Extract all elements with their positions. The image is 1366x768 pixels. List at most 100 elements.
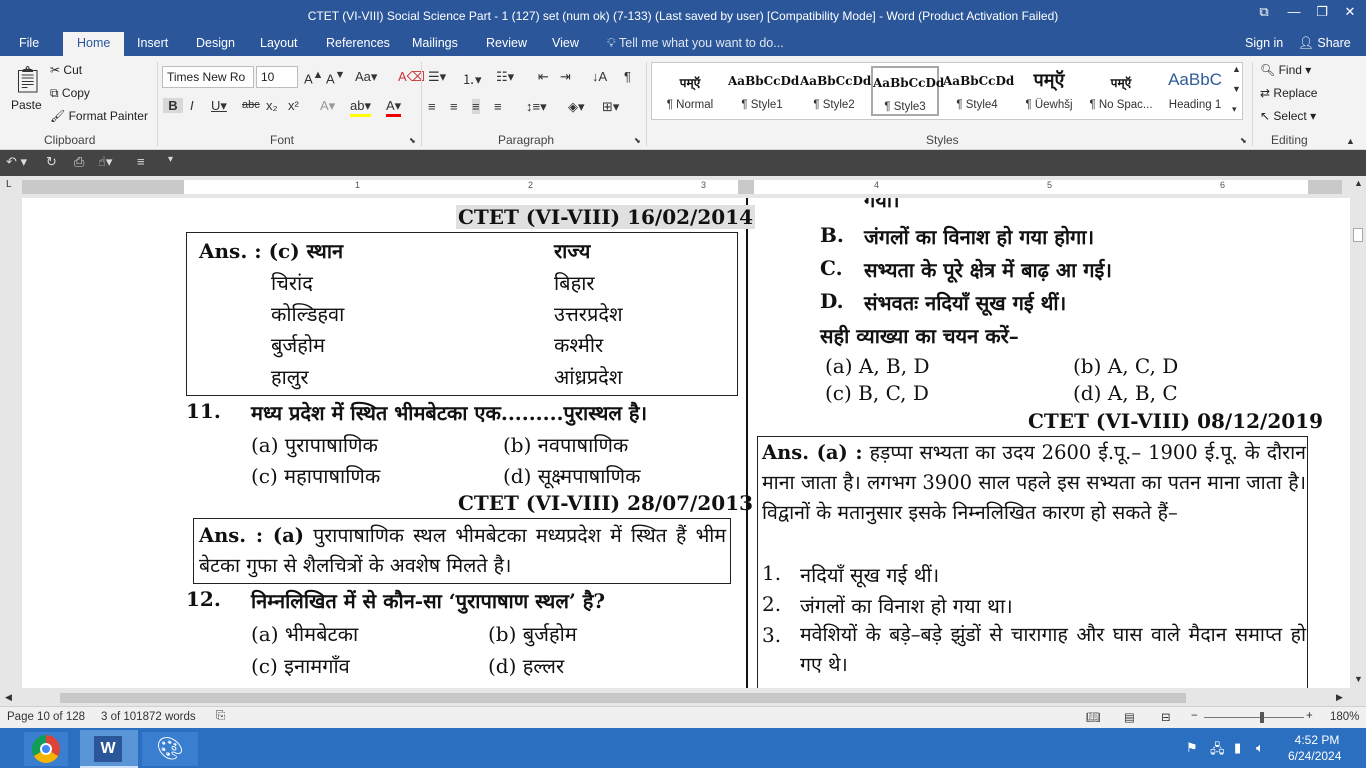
close-button[interactable]: ✕ — [1336, 0, 1364, 32]
vertical-ruler[interactable] — [0, 198, 14, 690]
restore-button[interactable]: ❐ — [1308, 0, 1336, 32]
clock-date[interactable]: 6/24/2024 — [1288, 749, 1341, 763]
bold-icon[interactable]: B — [163, 98, 183, 113]
scroll-up-icon[interactable]: ▲ — [1354, 178, 1363, 188]
vertical-scrollbar[interactable]: ▲ ▼ — [1350, 176, 1366, 690]
tab-home[interactable]: Home — [63, 32, 125, 56]
font-name-select[interactable]: Times New Ro — [162, 66, 254, 88]
zoom-level[interactable]: 180% — [1330, 711, 1359, 723]
style-uewhsj[interactable]: पम्ऍ ¶ Üewhšj — [1015, 66, 1083, 116]
list-icon[interactable]: ≡ — [137, 154, 145, 169]
tab-selector-icon[interactable]: L — [6, 179, 12, 190]
proofing-icon[interactable]: ⎘ — [216, 710, 225, 723]
scroll-thumb[interactable] — [1353, 228, 1363, 242]
read-mode-icon[interactable]: 📖︎ — [1086, 710, 1101, 724]
align-right-icon[interactable]: ≡ — [472, 99, 480, 114]
replace-button[interactable]: ⇄ Replace — [1260, 86, 1317, 100]
align-left-icon[interactable]: ≡ — [428, 99, 436, 114]
zoom-slider-thumb[interactable] — [1260, 712, 1264, 723]
word-count[interactable]: 3 of 101872 words — [101, 711, 196, 723]
superscript-icon[interactable]: x² — [288, 98, 299, 113]
share-button[interactable]: 👤︎ Share — [1298, 36, 1351, 51]
subscript-icon[interactable]: x₂ — [266, 98, 278, 113]
scroll-left-icon[interactable]: ◀ — [5, 692, 12, 703]
styles-scroll-up-icon[interactable]: ▲ — [1232, 64, 1241, 74]
zoom-out-icon[interactable]: − — [1191, 710, 1198, 722]
underline-icon[interactable]: U▾ — [211, 98, 227, 114]
select-button[interactable]: ↖ Select ▾ — [1260, 109, 1316, 123]
tab-review[interactable]: Review — [486, 36, 527, 50]
horizontal-scrollbar[interactable]: ◀ ▶ — [0, 690, 1350, 706]
tab-layout[interactable]: Layout — [260, 36, 298, 50]
copy-button[interactable]: ⧉ Copy — [50, 86, 90, 101]
style-style3[interactable]: AaBbCcDd ¶ Style3 — [871, 66, 944, 116]
print-preview-icon[interactable]: ⎙ — [74, 154, 84, 170]
print-layout-icon[interactable]: ▤ — [1124, 710, 1135, 724]
undo-icon[interactable]: ↶ ▾ — [6, 154, 27, 170]
justify-icon[interactable]: ≡ — [494, 99, 502, 114]
volume-icon[interactable]: 🔈︎ — [1256, 740, 1264, 756]
tab-references[interactable]: References — [326, 36, 390, 50]
paste-button[interactable]: Paste — [11, 98, 42, 112]
word-taskbar-button[interactable]: W — [80, 730, 138, 768]
format-painter-button[interactable]: 🖌︎ Format Painter — [50, 109, 148, 123]
scroll-thumb[interactable] — [60, 693, 1186, 703]
horizontal-ruler[interactable]: L 1 2 3 4 5 6 — [0, 176, 1366, 198]
scroll-right-icon[interactable]: ▶ — [1336, 692, 1343, 703]
shrink-font-icon[interactable]: A▼ — [326, 69, 345, 86]
font-dialog-launcher-icon[interactable]: ⬊ — [409, 136, 416, 145]
paste-icon[interactable]: 📋︎ — [11, 64, 44, 95]
grow-font-icon[interactable]: A▲ — [304, 69, 323, 86]
battery-icon[interactable]: ▮ — [1234, 740, 1241, 756]
increase-indent-icon[interactable]: ⇥ — [560, 69, 571, 85]
tab-view[interactable]: View — [552, 36, 579, 50]
style-heading-1[interactable]: AaBbC Heading 1 — [1159, 66, 1231, 116]
styles-more-icon[interactable]: ▾ — [1232, 104, 1237, 115]
bullets-icon[interactable]: ☰▾ — [428, 69, 446, 85]
style-style1[interactable]: AaBbCcDd ¶ Style1 — [728, 66, 799, 116]
web-layout-icon[interactable]: ⊟ — [1161, 710, 1171, 724]
font-size-select[interactable]: 10 — [256, 66, 298, 88]
italic-icon[interactable]: I — [190, 98, 194, 113]
find-button[interactable]: 🔍︎ Find ▾ — [1260, 63, 1311, 77]
style-style2[interactable]: AaBbCcDd ¶ Style2 — [800, 66, 871, 116]
redo-icon[interactable]: ↻ — [46, 154, 57, 170]
cut-button[interactable]: ✂ Cut — [50, 63, 82, 77]
tab-insert[interactable]: Insert — [137, 36, 168, 50]
collapse-ribbon-icon[interactable]: ▲ — [1346, 136, 1355, 146]
document-page[interactable]: CTET (VI-VIII) 16/02/2014 Ans. : (c) स्थ… — [22, 198, 1350, 688]
chrome-taskbar-button[interactable] — [24, 732, 68, 766]
sign-in-link[interactable]: Sign in — [1245, 36, 1283, 50]
text-effects-icon[interactable]: A▾ — [320, 98, 335, 114]
styles-dialog-launcher-icon[interactable]: ⬊ — [1240, 136, 1247, 145]
borders-icon[interactable]: ⊞▾ — [602, 99, 619, 115]
zoom-in-icon[interactable]: + — [1306, 710, 1313, 722]
paragraph-dialog-launcher-icon[interactable]: ⬊ — [634, 136, 641, 145]
tell-me-search[interactable]: 💡︎ Tell me what you want to do... — [607, 36, 784, 51]
customize-toolbar-icon[interactable]: ▾ — [168, 154, 173, 165]
line-spacing-icon[interactable]: ↕≡▾ — [526, 99, 547, 115]
scroll-down-icon[interactable]: ▼ — [1354, 674, 1363, 684]
multilevel-list-icon[interactable]: ☷▾ — [496, 69, 514, 85]
ribbon-display-icon[interactable]: ⧉ — [1250, 0, 1278, 32]
numbering-icon[interactable]: ⒈▾ — [462, 69, 482, 88]
style-normal[interactable]: पम्ऍ ¶ Normal — [656, 66, 724, 116]
flag-icon[interactable]: ⚑ — [1186, 740, 1198, 756]
align-center-icon[interactable]: ≡ — [450, 99, 458, 114]
tab-mailings[interactable]: Mailings — [412, 36, 458, 50]
style-no-spacing[interactable]: पम्ऍ ¶ No Spac... — [1087, 66, 1155, 116]
tab-design[interactable]: Design — [196, 36, 235, 50]
paint-taskbar-button[interactable]: 🎨︎ — [142, 732, 198, 766]
shading-icon[interactable]: ◈▾ — [568, 99, 585, 115]
minimize-button[interactable]: — — [1280, 0, 1308, 32]
clock-time[interactable]: 4:52 PM — [1294, 733, 1340, 747]
change-case-icon[interactable]: Aa▾ — [355, 69, 377, 85]
network-icon[interactable]: 🖧︎ — [1210, 740, 1225, 762]
decrease-indent-icon[interactable]: ⇤ — [538, 69, 549, 85]
tab-file[interactable]: File — [19, 36, 39, 50]
strikethrough-icon[interactable]: abc — [242, 99, 260, 111]
sort-icon[interactable]: ↓A — [592, 69, 607, 84]
zoom-slider[interactable] — [1204, 717, 1304, 718]
page-count[interactable]: Page 10 of 128 — [7, 711, 85, 723]
touch-mode-icon[interactable]: ☝▾ — [98, 154, 112, 170]
